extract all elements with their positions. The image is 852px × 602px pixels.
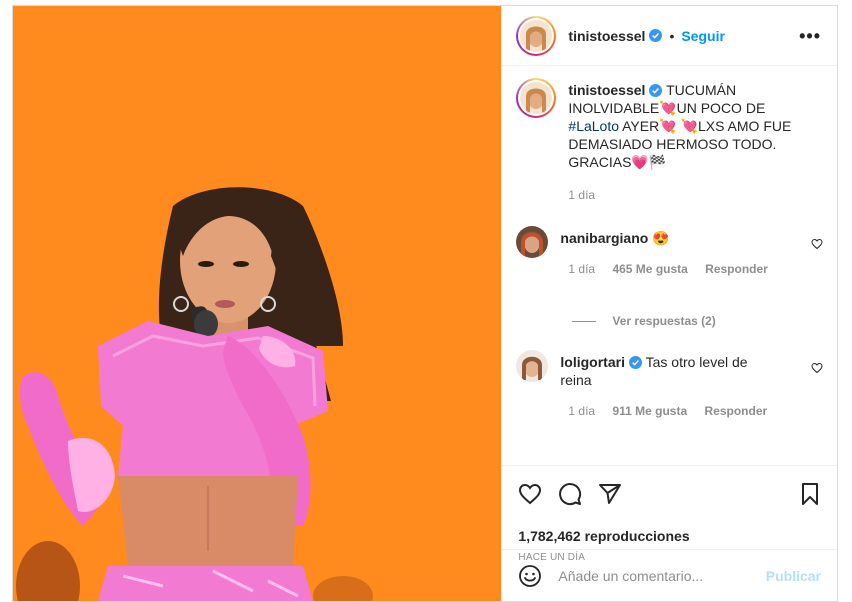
post-actions-area: 1,782,462 reproducciones HACE UN DÍA Pub… [502, 465, 837, 601]
share-send-icon[interactable] [598, 482, 622, 506]
comment-body: 😍 [652, 230, 670, 246]
comment: nanibargiano 😍 [516, 226, 823, 258]
add-comment-bar: Publicar [502, 549, 837, 601]
post-video[interactable] [13, 6, 502, 601]
save-bookmark-icon[interactable] [798, 482, 822, 506]
like-heart-icon[interactable] [518, 482, 542, 506]
follow-button[interactable]: Seguir [681, 28, 725, 44]
reply-button[interactable]: Responder [705, 404, 768, 418]
verified-badge-icon [649, 29, 663, 42]
comment-likes[interactable]: 465 Me gusta [612, 262, 687, 276]
comment-time[interactable]: 1 día [568, 262, 595, 276]
comment-text: nanibargiano 😍 [560, 229, 669, 258]
avatar-photo [516, 350, 549, 382]
replies-line [572, 320, 597, 322]
caption-username[interactable]: tinistoessel [568, 82, 645, 98]
more-options-icon[interactable]: ••• [799, 27, 821, 45]
commenter-avatar[interactable] [516, 226, 549, 258]
caption-avatar[interactable] [516, 78, 557, 118]
view-replies-button[interactable]: Ver respuestas (2) [572, 314, 716, 328]
caption-hashtag[interactable]: #LaLoto [568, 118, 619, 134]
caption-meta: 1 día [568, 188, 609, 202]
comment-time[interactable]: 1 día [568, 404, 595, 418]
comment-likes[interactable]: 911 Me gusta [612, 404, 687, 418]
comment-username[interactable]: loligortari [560, 354, 625, 370]
verified-badge-icon [628, 356, 642, 369]
avatar-photo [520, 82, 553, 114]
caption-text: tinistoessel TUCUMÁN INOLVIDABLE💘UN POCO… [568, 81, 808, 171]
performer-image [13, 6, 502, 601]
comment-input[interactable] [558, 567, 766, 584]
comments-section: tinistoessel TUCUMÁN INOLVIDABLE💘UN POCO… [502, 66, 837, 465]
view-replies-label: Ver respuestas (2) [612, 314, 716, 328]
comment-meta: 1 día 465 Me gusta Responder [568, 262, 781, 276]
like-comment-heart-icon[interactable] [811, 362, 823, 374]
author-username[interactable]: tinistoessel [568, 28, 645, 44]
verified-badge-icon [649, 84, 663, 97]
comment-text: loligortari Tas otro level de reina [560, 353, 770, 389]
caption: tinistoessel TUCUMÁN INOLVIDABLE💘UN POCO… [516, 78, 823, 171]
emoji-icon[interactable] [518, 564, 542, 588]
avatar-photo [520, 19, 553, 52]
author-avatar[interactable] [516, 15, 557, 56]
like-comment-heart-icon[interactable] [811, 238, 823, 250]
publish-button[interactable]: Publicar [766, 568, 821, 584]
comment-bubble-icon[interactable] [558, 482, 582, 506]
comment-username[interactable]: nanibargiano [560, 230, 648, 246]
separator-dot: • [669, 27, 675, 44]
commenter-avatar[interactable] [516, 350, 549, 382]
caption-time[interactable]: 1 día [568, 188, 595, 202]
instagram-post: tinistoessel • Seguir ••• tinistoessel T… [12, 5, 838, 602]
reply-button[interactable]: Responder [705, 262, 768, 276]
comment-meta: 1 día 911 Me gusta Responder [568, 404, 781, 418]
post-sidebar: tinistoessel • Seguir ••• tinistoessel T… [501, 6, 837, 601]
comment: loligortari Tas otro level de reina [516, 350, 823, 389]
view-count[interactable]: 1,782,462 reproducciones [518, 528, 689, 544]
post-header: tinistoessel • Seguir ••• [502, 6, 837, 66]
avatar-photo [516, 226, 549, 258]
